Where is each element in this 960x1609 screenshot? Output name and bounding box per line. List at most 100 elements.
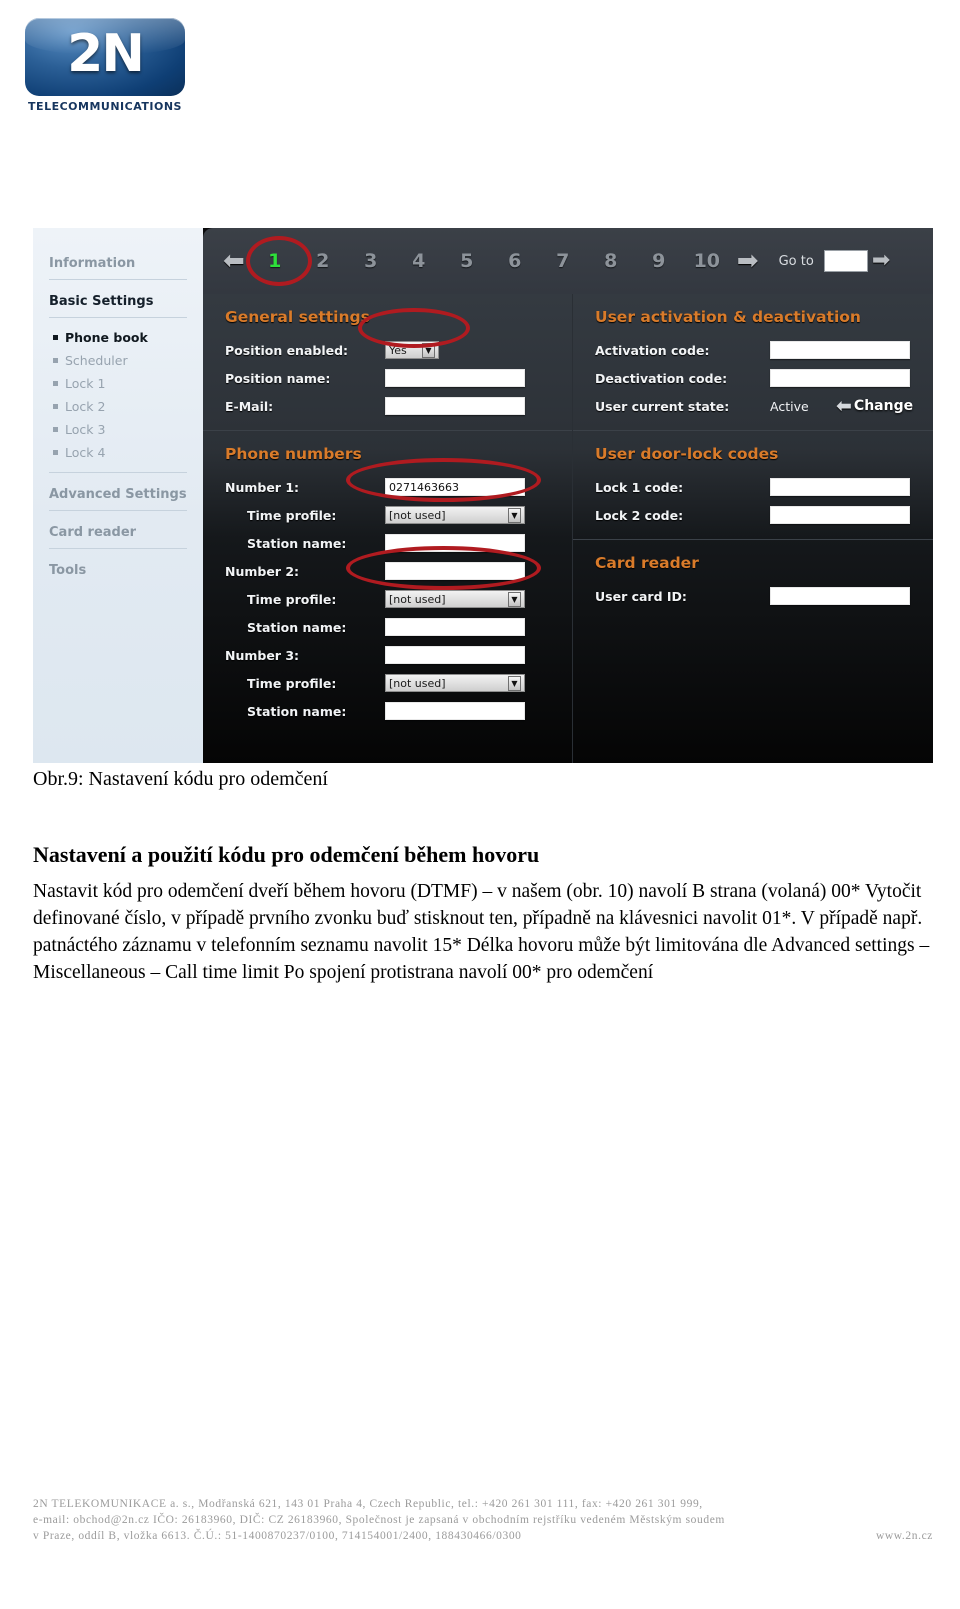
row-position-name: Position name: — [225, 364, 562, 392]
row-email: E-Mail: — [225, 392, 562, 420]
time-profile-2-value: [not used] — [389, 592, 446, 606]
lock-1-code-label: Lock 1 code: — [595, 479, 684, 495]
time-profile-2-label: Time profile: — [247, 591, 337, 607]
user-current-state-value: Active — [770, 398, 809, 414]
station-name-3-label: Station name: — [247, 703, 347, 719]
sidebar-item-lock-2[interactable]: Lock 2 — [49, 395, 187, 418]
lock-2-code-label: Lock 2 code: — [595, 507, 684, 523]
footer-line-3: v Praze, oddíl B, vložka 6613. Č.Ú.: 51-… — [33, 1528, 933, 1544]
bullet-icon — [53, 427, 58, 432]
station-name-2-input[interactable] — [385, 618, 525, 636]
number-1-label: Number 1: — [225, 479, 300, 495]
row-user-current-state: User current state: Active ⬅ Change — [595, 392, 923, 420]
logo-caption: TELECOMMUNICATIONS — [28, 100, 182, 113]
settings-panels: General settings Position enabled: Yes ▼… — [203, 294, 933, 763]
page-button-4[interactable]: 4 — [395, 250, 443, 272]
sidebar-item-tools[interactable]: Tools — [49, 557, 187, 586]
user-card-id-input[interactable] — [770, 587, 910, 605]
bullet-icon — [53, 450, 58, 455]
change-state-button[interactable]: ⬅ Change — [836, 396, 913, 416]
phone-numbers-section: Phone numbers Number 1: 0271463663 Time … — [203, 430, 572, 735]
row-lock-2-code: Lock 2 code: — [595, 501, 923, 529]
position-enabled-label: Position enabled: — [225, 342, 349, 358]
door-lock-codes-section: User door-lock codes Lock 1 code: Lock 2… — [573, 430, 933, 539]
position-name-label: Position name: — [225, 370, 331, 386]
activation-code-input[interactable] — [770, 341, 910, 359]
footer-line-2: e-mail: obchod@2n.cz IČO: 26183960, DIČ:… — [33, 1514, 725, 1526]
page-button-1[interactable]: 1 — [251, 250, 299, 272]
page-button-10[interactable]: 10 — [683, 250, 731, 272]
row-time-profile-3: Time profile: [not used] ▼ — [225, 669, 562, 697]
time-profile-1-select[interactable]: [not used] ▼ — [385, 506, 525, 524]
lock-2-code-input[interactable] — [770, 506, 910, 524]
goto-label: Go to — [778, 253, 814, 269]
logo-badge: 2N — [25, 18, 185, 96]
row-position-enabled: Position enabled: Yes ▼ — [225, 336, 562, 364]
row-activation-code: Activation code: — [595, 336, 923, 364]
section-title: User activation & deactivation — [595, 308, 861, 326]
sidebar-item-lock-3[interactable]: Lock 3 — [49, 418, 187, 441]
document-page: 2N TELECOMMUNICATIONS Information Basic … — [0, 0, 960, 1609]
deactivation-code-input[interactable] — [770, 369, 910, 387]
row-number-3: Number 3: — [225, 641, 562, 669]
goto-input[interactable] — [823, 250, 868, 272]
left-panel: General settings Position enabled: Yes ▼… — [203, 294, 573, 763]
sidebar-item-lock-4[interactable]: Lock 4 — [49, 441, 187, 464]
sidebar-item-label: Lock 4 — [65, 445, 106, 460]
page-button-2[interactable]: 2 — [299, 250, 347, 272]
row-number-2: Number 2: — [225, 557, 562, 585]
time-profile-3-select[interactable]: [not used] ▼ — [385, 674, 525, 692]
logo-mark: 2N — [67, 24, 145, 84]
embedded-screenshot: Information Basic Settings Phone book Sc… — [33, 228, 933, 763]
row-time-profile-1: Time profile: [not used] ▼ — [225, 501, 562, 529]
section-title: Card reader — [595, 554, 699, 572]
right-panel: User activation & deactivation Activatio… — [573, 294, 933, 763]
row-deactivation-code: Deactivation code: — [595, 364, 923, 392]
prev-page-arrow-icon[interactable]: ⬅ — [223, 248, 245, 274]
goto-submit-arrow-icon[interactable]: ➡ — [872, 250, 890, 272]
sidebar-item-lock-1[interactable]: Lock 1 — [49, 372, 187, 395]
pagination-bar: ⬅ 1 2 3 4 5 6 7 8 9 10 ➡ Go to ➡ — [203, 228, 933, 294]
position-name-input[interactable] — [385, 369, 525, 387]
sidebar-item-basic-settings[interactable]: Basic Settings — [49, 288, 187, 318]
page-button-5[interactable]: 5 — [443, 250, 491, 272]
lock-1-code-input[interactable] — [770, 478, 910, 496]
station-name-2-label: Station name: — [247, 619, 347, 635]
footer-line-3-left: v Praze, oddíl B, vložka 6613. Č.Ú.: 51-… — [33, 1530, 522, 1542]
section-title: Phone numbers — [225, 445, 362, 463]
number-3-input[interactable] — [385, 646, 525, 664]
sidebar-item-label: Lock 1 — [65, 376, 106, 391]
page-button-3[interactable]: 3 — [347, 250, 395, 272]
sidebar-item-label: Advanced Settings — [49, 487, 187, 502]
sidebar-item-information[interactable]: Information — [49, 250, 187, 280]
body-paragraph: Nastavit kód pro odemčení dveří během ho… — [33, 881, 930, 983]
sidebar-item-label: Basic Settings — [49, 294, 154, 309]
station-name-3-input[interactable] — [385, 702, 525, 720]
position-enabled-select[interactable]: Yes ▼ — [385, 341, 439, 359]
next-page-arrow-icon[interactable]: ➡ — [737, 248, 759, 274]
row-station-name-3: Station name: — [225, 697, 562, 725]
general-settings-section: General settings Position enabled: Yes ▼… — [203, 294, 572, 430]
row-number-1: Number 1: 0271463663 — [225, 473, 562, 501]
page-button-7[interactable]: 7 — [539, 250, 587, 272]
station-name-1-input[interactable] — [385, 534, 525, 552]
time-profile-1-label: Time profile: — [247, 507, 337, 523]
time-profile-3-value: [not used] — [389, 676, 446, 690]
sidebar-item-phone-book[interactable]: Phone book — [49, 326, 187, 349]
sidebar-item-advanced-settings[interactable]: Advanced Settings — [49, 481, 187, 511]
email-input[interactable] — [385, 397, 525, 415]
sidebar-item-card-reader[interactable]: Card reader — [49, 519, 187, 549]
sidebar-item-scheduler[interactable]: Scheduler — [49, 349, 187, 372]
page-button-9[interactable]: 9 — [635, 250, 683, 272]
number-3-label: Number 3: — [225, 647, 300, 663]
sidebar-item-label: Card reader — [49, 525, 137, 540]
page-button-6[interactable]: 6 — [491, 250, 539, 272]
footer-website: www.2n.cz — [875, 1530, 933, 1542]
time-profile-2-select[interactable]: [not used] ▼ — [385, 590, 525, 608]
page-button-8[interactable]: 8 — [587, 250, 635, 272]
chevron-down-icon: ▼ — [508, 591, 521, 607]
sidebar-item-label: Lock 2 — [65, 399, 106, 414]
number-2-label: Number 2: — [225, 563, 300, 579]
number-2-input[interactable] — [385, 562, 525, 580]
number-1-input[interactable]: 0271463663 — [385, 478, 525, 496]
